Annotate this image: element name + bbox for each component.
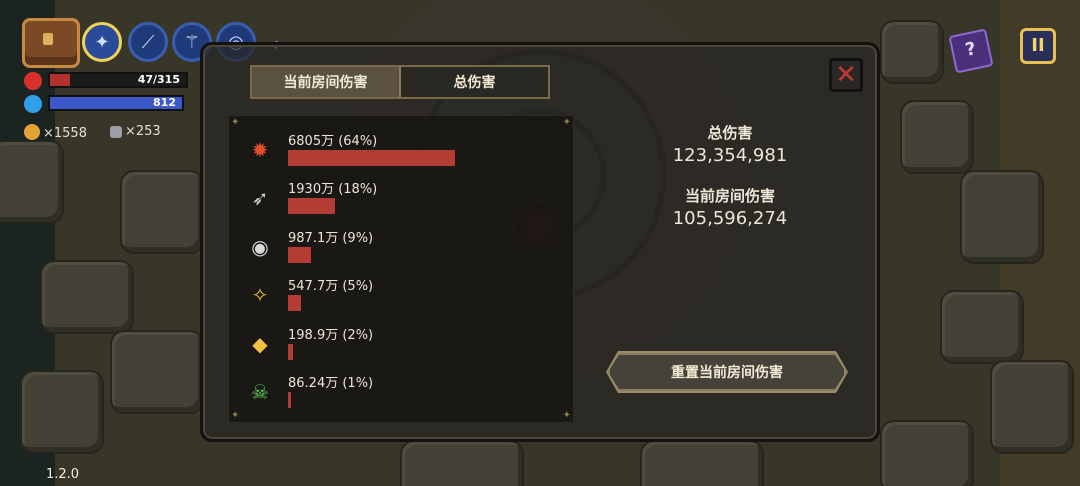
room-damage-value: 105,596,274 xyxy=(672,208,788,229)
version-label: 1.2.0 xyxy=(46,467,80,482)
mana-orb-icon xyxy=(24,95,42,113)
arrow-icon: ➶ xyxy=(251,186,269,210)
heart-icon xyxy=(24,72,42,90)
damage-row-label: 198.9万 (2%) xyxy=(288,328,374,343)
hp-bar: 47/315 xyxy=(48,72,188,88)
corner-ornament: ✦ xyxy=(562,117,571,128)
help-book-icon[interactable]: ? xyxy=(948,28,994,74)
damage-bar xyxy=(288,392,291,408)
total-damage-title: 总伤害 xyxy=(707,124,753,142)
damage-bar xyxy=(288,247,311,263)
tab-total-damage[interactable]: 总伤害 xyxy=(401,67,548,97)
corner-ornament: ✦ xyxy=(231,410,240,421)
gold-counter: ×1558 xyxy=(24,124,87,141)
skull-icon: ☠ xyxy=(251,380,269,404)
close-button[interactable]: ✕ xyxy=(829,58,863,92)
corner-ornament: ✦ xyxy=(562,410,571,421)
damage-row-label: 1930万 (18%) xyxy=(288,182,378,197)
spear-icon: ⟋ xyxy=(141,31,155,53)
staff-icon: ⚚ xyxy=(183,31,201,53)
damage-bar xyxy=(288,150,455,166)
hp-bar-fill xyxy=(50,74,71,86)
damage-row-label: 547.7万 (5%) xyxy=(288,279,374,294)
damage-bar xyxy=(288,344,293,360)
gold-count: ×1558 xyxy=(43,126,87,141)
eye-target-icon: ◉ xyxy=(251,235,269,259)
pause-button[interactable]: II xyxy=(1020,28,1056,64)
mp-bar: 812 xyxy=(48,95,184,111)
damage-row-label: 86.24万 (1%) xyxy=(288,376,374,391)
room-damage-stat: 当前房间伤害 105,596,274 xyxy=(630,185,830,229)
mp-text: 812 xyxy=(153,96,176,109)
damage-bar xyxy=(288,295,301,311)
skill-slot-2[interactable]: ⟋ xyxy=(128,22,168,62)
crystal-shard-icon: ✧ xyxy=(251,283,269,307)
reset-room-damage-button[interactable]: 重置当前房间伤害 xyxy=(608,353,846,391)
damage-bar xyxy=(288,198,335,214)
total-damage-stat: 总伤害 123,354,981 xyxy=(630,122,830,166)
damage-tabs: 当前房间伤害 总伤害 xyxy=(250,65,550,99)
key-icon xyxy=(110,126,122,138)
key-count: ×253 xyxy=(125,124,161,139)
room-damage-title: 当前房间伤害 xyxy=(684,187,775,205)
inventory-chest-icon[interactable] xyxy=(22,18,80,68)
corner-ornament: ✦ xyxy=(231,117,240,128)
gold-shard-icon: ◆ xyxy=(252,332,268,356)
wand-icon: ✦ xyxy=(94,31,110,53)
tab-current-room-damage[interactable]: 当前房间伤害 xyxy=(252,67,401,97)
hp-text: 47/315 xyxy=(137,73,180,86)
gold-coin-icon xyxy=(24,124,40,140)
fire-burst-icon: ✹ xyxy=(251,138,269,162)
total-damage-value: 123,354,981 xyxy=(672,145,788,166)
damage-row-label: 6805万 (64%) xyxy=(288,134,378,149)
skill-slot-1[interactable]: ✦ xyxy=(82,22,122,62)
key-counter: ×253 xyxy=(110,124,161,139)
damage-row-label: 987.1万 (9%) xyxy=(288,231,374,246)
